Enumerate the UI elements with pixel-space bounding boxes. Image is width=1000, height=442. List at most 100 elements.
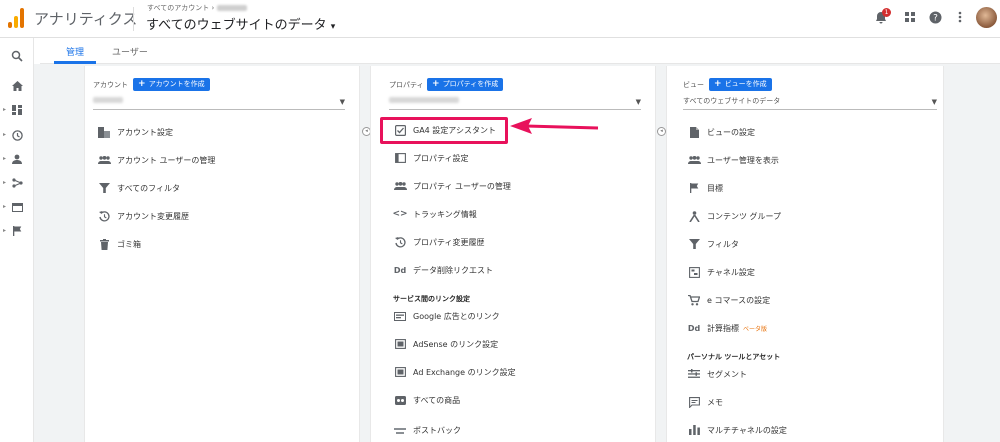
beta-badge: ベータ版 (743, 325, 768, 333)
menu-label: フィルタ (707, 239, 739, 249)
top-bar: アナリティクス すべてのアカウント › すべてのウェブサイトのデータ ▾ 1 ? (0, 0, 1000, 38)
breadcrumb[interactable]: すべてのアカウント › (147, 3, 247, 13)
flag-icon[interactable] (9, 223, 25, 239)
create-account-button[interactable]: + アカウントを作成 (133, 78, 210, 91)
home-icon[interactable] (9, 78, 25, 94)
create-view-button[interactable]: + ビューを作成 (709, 78, 772, 91)
menu-label: Ad Exchange のリンク設定 (413, 367, 516, 377)
menu-adsense-link[interactable]: AdSense のリンク設定 (393, 334, 498, 354)
menu-label: AdSense のリンク設定 (413, 339, 499, 349)
postback-icon (393, 424, 407, 436)
menu-account-settings[interactable]: アカウント設定 (97, 122, 173, 142)
menu-data-deletion[interactable]: Dd データ削除リクエスト (393, 260, 493, 280)
app-name: アナリティクス (34, 10, 138, 28)
menu-content-grouping[interactable]: コンテンツ グループ (687, 206, 781, 226)
menu-account-users[interactable]: アカウント ユーザーの管理 (97, 150, 215, 170)
tab-user[interactable]: ユーザー (112, 45, 148, 58)
account-label: アカウント (93, 81, 128, 89)
plus-icon: + (432, 79, 443, 89)
menu-ad-exchange-link[interactable]: Ad Exchange のリンク設定 (393, 362, 516, 382)
menu-calculated-metrics[interactable]: Dd 計算指標 ベータ版 (687, 318, 767, 338)
menu-label: 計算指標 (707, 323, 739, 333)
menu-label: アカウント設定 (117, 127, 173, 137)
view-selector[interactable]: すべてのウェブサイトのデータ ▼ (683, 96, 937, 110)
sidebar: ▸ ▸ ▸ ▸ ▸ ▸ (0, 38, 34, 442)
breadcrumb-root[interactable]: すべてのアカウント (147, 4, 209, 12)
comment-icon (687, 396, 701, 408)
menu-label: すべての商品 (413, 395, 461, 405)
collapse-column-icon[interactable]: ◂ (657, 127, 666, 136)
caret-down-icon: ▼ (635, 98, 641, 106)
plus-icon: + (714, 79, 725, 89)
expand-arrow-icon[interactable]: ▸ (3, 131, 6, 138)
caret-down-icon: ▼ (931, 98, 937, 106)
section-heading: サービス間のリンク設定 (393, 295, 470, 303)
create-property-label: プロパティを作成 (442, 80, 499, 88)
account-selector[interactable]: ▼ (93, 96, 345, 110)
menu-all-filters[interactable]: すべてのフィルタ (97, 178, 180, 198)
menu-annotations[interactable]: メモ (687, 392, 723, 412)
menu-all-products[interactable]: すべての商品 (393, 390, 460, 410)
menu-account-history[interactable]: アカウント変更履歴 (97, 206, 189, 226)
menu-label: アカウント変更履歴 (117, 211, 189, 221)
segment-icon (687, 368, 701, 380)
expand-arrow-icon[interactable]: ▸ (3, 155, 6, 162)
view-label: ビュー (683, 81, 704, 89)
person-icon[interactable] (9, 151, 25, 167)
view-column: ビュー + ビューを作成 すべてのウェブサイトのデータ ▼ ビューの設定 ユーザ… (666, 66, 944, 442)
menu-label: マルチチャネルの設定 (707, 425, 787, 435)
svg-text:?: ? (933, 13, 938, 23)
menu-multichannel-settings[interactable]: マルチチャネルの設定 (687, 420, 787, 440)
avatar[interactable] (976, 7, 997, 28)
behavior-icon[interactable] (9, 199, 25, 215)
menu-google-ads-link[interactable]: Google 広告とのリンク (393, 306, 500, 326)
property-title: すべてのウェブサイトのデータ (146, 18, 327, 33)
menu-label: ゴミ箱 (117, 239, 141, 249)
dashboard-icon[interactable] (9, 102, 25, 118)
menu-label: トラッキング情報 (413, 209, 477, 219)
more-vert-icon[interactable] (953, 10, 967, 24)
menu-trash[interactable]: ゴミ箱 (97, 234, 141, 254)
apps-grid-icon[interactable] (903, 10, 917, 24)
cart-icon (687, 294, 701, 306)
menu-segments[interactable]: セグメント (687, 364, 747, 384)
create-property-button[interactable]: + プロパティを作成 (427, 78, 504, 91)
group-icon (687, 154, 701, 166)
group-icon (97, 154, 111, 166)
analytics-logo[interactable] (8, 8, 26, 28)
menu-property-users[interactable]: プロパティ ユーザーの管理 (393, 176, 511, 196)
menu-ecommerce-settings[interactable]: e コマースの設定 (687, 290, 770, 310)
expand-arrow-icon[interactable]: ▸ (3, 106, 6, 113)
menu-label: ビューの設定 (707, 127, 755, 137)
menu-view-users[interactable]: ユーザー管理を表示 (687, 150, 779, 170)
property-selector[interactable]: ▼ (389, 96, 641, 110)
menu-channel-settings[interactable]: チャネル設定 (687, 262, 755, 282)
tab-admin[interactable]: 管理 (66, 45, 84, 58)
menu-label: ユーザー管理を表示 (707, 155, 779, 165)
highlight-box (380, 117, 508, 144)
filter-icon (97, 182, 111, 194)
search-icon[interactable] (9, 48, 25, 64)
menu-tracking-info[interactable]: <> トラッキング情報 (392, 204, 477, 224)
clock-icon[interactable] (9, 127, 25, 143)
property-selector[interactable]: すべてのウェブサイトのデータ ▾ (146, 14, 335, 33)
menu-property-settings[interactable]: プロパティ設定 (393, 148, 469, 168)
menu-postbacks[interactable]: ポストバック (393, 420, 461, 440)
channel-icon (687, 266, 701, 278)
menu-goals[interactable]: 目標 (687, 178, 723, 198)
menu-property-history[interactable]: プロパティ変更履歴 (393, 232, 485, 252)
help-icon[interactable]: ? (928, 10, 942, 24)
menu-label: プロパティ ユーザーの管理 (413, 181, 511, 191)
menu-view-filters[interactable]: フィルタ (687, 234, 739, 254)
redacted-account-name (216, 5, 247, 11)
expand-arrow-icon[interactable]: ▸ (3, 179, 6, 186)
products-icon (393, 394, 407, 406)
flag-icon (687, 182, 701, 194)
menu-label: プロパティ設定 (413, 153, 469, 163)
acquisition-icon[interactable] (9, 175, 25, 191)
expand-arrow-icon[interactable]: ▸ (3, 203, 6, 210)
expand-arrow-icon[interactable]: ▸ (3, 227, 6, 234)
create-view-label: ビューを作成 (724, 80, 767, 88)
bar-chart-icon (687, 424, 701, 436)
menu-view-settings[interactable]: ビューの設定 (687, 122, 755, 142)
